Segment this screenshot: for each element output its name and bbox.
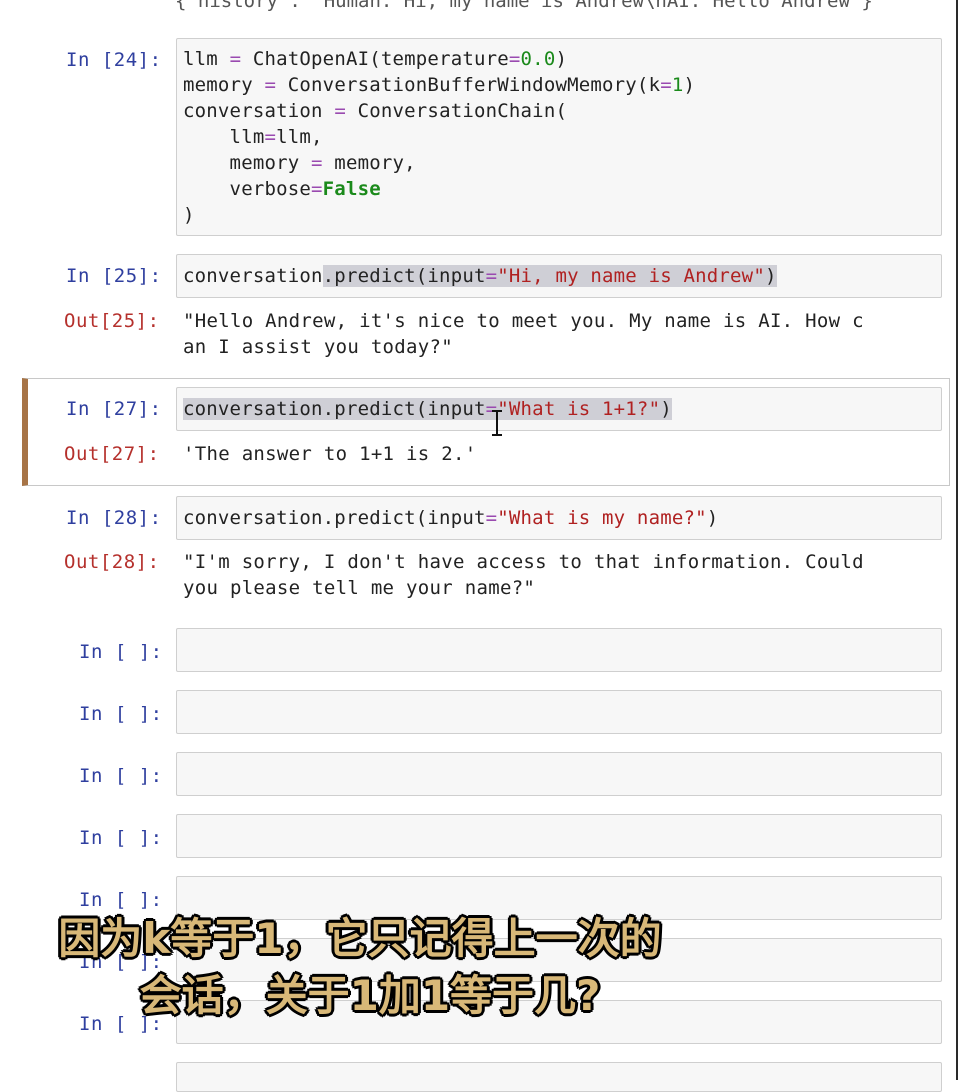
empty-prompt: In [ ]: xyxy=(79,827,163,849)
code-cell-27[interactable]: conversation.predict(input="What is 1+1?… xyxy=(176,387,942,431)
empty-prompt: In [ ]: xyxy=(79,703,163,725)
output-line: "I'm sorry, I don't have access to that … xyxy=(183,551,864,573)
output-line: 'The answer to 1+1 is 2.' xyxy=(183,443,477,465)
code-line: conversation.predict(input="Hi, my name … xyxy=(183,265,777,287)
subtitle-line-2: 会话，关于1加1等于几? xyxy=(139,971,601,1020)
in-prompt-27: In [27]: xyxy=(66,398,162,420)
empty-code-cell[interactable] xyxy=(176,690,942,734)
in-prompt-28: In [28]: xyxy=(66,507,162,529)
in-prompt-25: In [25]: xyxy=(66,265,162,287)
code-cell-24[interactable]: llm = ChatOpenAI(temperature=0.0) memory… xyxy=(176,38,942,236)
code-line: memory = ConversationBufferWindowMemory(… xyxy=(183,74,696,96)
code-cell-28[interactable]: conversation.predict(input="What is my n… xyxy=(176,496,942,540)
code-line: conversation.predict(input="What is 1+1?… xyxy=(183,398,672,420)
out-prompt-25: Out[25]: xyxy=(64,310,160,332)
code-line: memory = memory, xyxy=(183,152,416,174)
empty-prompt: In [ ]: xyxy=(79,765,163,787)
output-line: you please tell me your name?" xyxy=(183,577,536,599)
code-line: conversation = ConversationChain( xyxy=(183,100,568,122)
in-prompt-24: In [24]: xyxy=(66,49,162,71)
code-line: ) xyxy=(183,204,195,226)
code-line: llm = ChatOpenAI(temperature=0.0) xyxy=(183,48,568,70)
partial-output-text: {'history': 'Human: Hi, my name is Andre… xyxy=(175,0,873,12)
code-cell-25[interactable]: conversation.predict(input="Hi, my name … xyxy=(176,254,942,298)
code-line: llm=llm, xyxy=(183,126,323,148)
output-line: an I assist you today?" xyxy=(183,336,453,358)
empty-prompt: In [ ]: xyxy=(79,641,163,663)
empty-code-cell[interactable] xyxy=(176,1062,942,1092)
empty-code-cell[interactable] xyxy=(176,752,942,796)
subtitle-line-1: 因为k等于1，它只记得上一次的 xyxy=(58,914,662,963)
code-line: conversation.predict(input="What is my n… xyxy=(183,507,719,529)
empty-code-cell[interactable] xyxy=(176,814,942,858)
out-prompt-28: Out[28]: xyxy=(64,551,160,573)
code-line: verbose=False xyxy=(183,178,381,200)
output-line: "Hello Andrew, it's nice to meet you. My… xyxy=(183,310,864,332)
text-cursor-icon xyxy=(492,410,502,436)
out-prompt-27: Out[27]: xyxy=(64,443,160,465)
empty-code-cell[interactable] xyxy=(176,628,942,672)
